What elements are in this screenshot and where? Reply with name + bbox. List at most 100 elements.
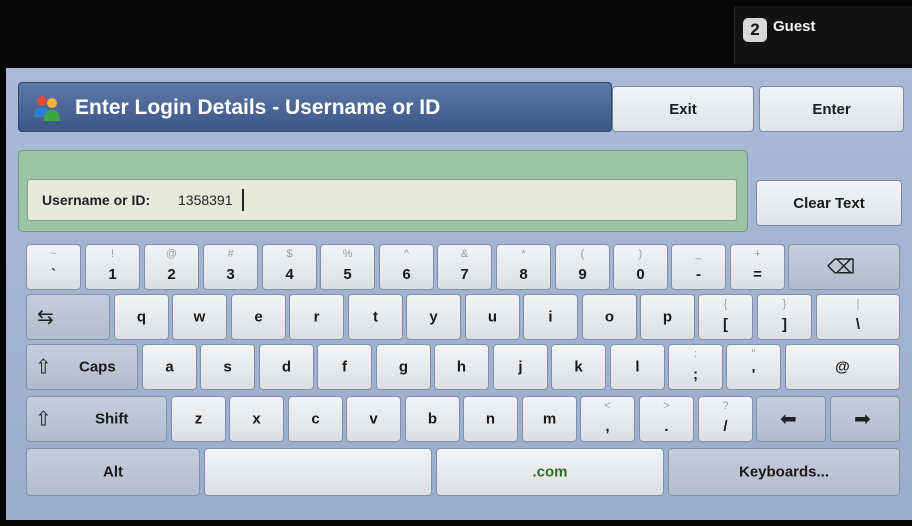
key-semicolon[interactable]: :; — [668, 344, 723, 390]
guest-user-indicator[interactable]: 2 Guest — [734, 6, 912, 64]
key-q[interactable]: q — [114, 294, 169, 340]
key-y[interactable]: y — [406, 294, 461, 340]
key-slash[interactable]: ? / — [698, 396, 753, 442]
key-6-shift-label: ^ — [403, 248, 410, 260]
space-key[interactable] — [204, 448, 432, 496]
key-8[interactable]: * 8 — [496, 244, 551, 290]
username-field[interactable]: Username or ID: 1358391 — [27, 179, 737, 221]
key-e[interactable]: e — [231, 294, 286, 340]
arrow-left-icon: ⬅ — [780, 408, 797, 431]
key-open-bracket-label: [ — [723, 316, 728, 333]
key-k-label: k — [574, 358, 583, 376]
caps-arrow-icon: ⇧ — [35, 356, 52, 379]
arrow-right-key[interactable]: ➡ — [830, 396, 900, 442]
key-t[interactable]: t — [348, 294, 403, 340]
key-a[interactable]: a — [142, 344, 197, 390]
shift-key[interactable]: ⇧ Shift — [26, 396, 167, 442]
tab-arrows-icon: ⇆ — [37, 306, 54, 329]
text-caret — [242, 189, 244, 211]
backspace-key[interactable]: ⌫ — [788, 244, 900, 290]
key-n[interactable]: n — [463, 396, 518, 442]
key-7-label: 7 — [460, 266, 469, 283]
key-8-label: 8 — [519, 266, 528, 283]
key-k[interactable]: k — [551, 344, 606, 390]
key-u[interactable]: u — [465, 294, 520, 340]
entry-panel: Username or ID: 1358391 — [18, 150, 748, 232]
guest-badge-icon: 2 — [743, 18, 767, 42]
key-comma[interactable]: <, — [580, 396, 635, 442]
key-x[interactable]: x — [229, 396, 284, 442]
key-2-shift-label: @ — [165, 248, 178, 260]
key-period[interactable]: >. — [639, 396, 694, 442]
key-s[interactable]: s — [200, 344, 255, 390]
keyboards-button[interactable]: Keyboards... — [668, 448, 900, 496]
key-b-label: b — [427, 410, 438, 428]
clear-text-button[interactable]: Clear Text — [756, 180, 902, 226]
key-4[interactable]: $4 — [262, 244, 317, 290]
dotcom-key-label: .com — [532, 463, 568, 481]
shift-key-label: Shift — [95, 410, 129, 428]
key-o[interactable]: o — [582, 294, 637, 340]
key-4-shift-label: $ — [286, 248, 293, 260]
key-0[interactable]: ) 0 — [613, 244, 668, 290]
key-c[interactable]: c — [288, 396, 343, 442]
caps-key[interactable]: ⇧ Caps — [26, 344, 138, 390]
key-d[interactable]: d — [259, 344, 314, 390]
key-m[interactable]: m — [522, 396, 577, 442]
key-9-label: 9 — [578, 266, 587, 283]
key-1-shift-label: ! — [110, 248, 115, 260]
key-j[interactable]: j — [493, 344, 548, 390]
key-4-label: 4 — [285, 266, 294, 283]
key-6[interactable]: ^ 6 — [379, 244, 434, 290]
key-5[interactable]: % 5 — [320, 244, 375, 290]
key-v[interactable]: v — [346, 396, 401, 442]
key-l[interactable]: l — [610, 344, 665, 390]
key-backslash[interactable]: | \ — [816, 294, 900, 340]
dotcom-key[interactable]: .com — [436, 448, 664, 496]
key-backtick-label: ` — [51, 266, 56, 283]
key-quote[interactable]: " ' — [726, 344, 781, 390]
key-9[interactable]: (9 — [555, 244, 610, 290]
enter-button[interactable]: Enter — [759, 86, 904, 132]
arrow-left-key[interactable]: ⬅ — [756, 396, 826, 442]
key-close-bracket[interactable]: }] — [757, 294, 812, 340]
alt-key[interactable]: Alt — [26, 448, 200, 496]
key-o-label: o — [604, 308, 615, 326]
key-open-bracket[interactable]: {[ — [698, 294, 753, 340]
key-minus[interactable]: _ - — [671, 244, 726, 290]
key-z[interactable]: z — [171, 396, 226, 442]
key-at[interactable]: @ — [785, 344, 900, 390]
key-p-label: p — [662, 308, 673, 326]
key-e-label: e — [254, 308, 263, 326]
key-w[interactable]: w — [172, 294, 227, 340]
key-5-label: 5 — [343, 266, 352, 283]
key-backtick[interactable]: ~ ` — [26, 244, 81, 290]
key-n-label: n — [485, 410, 496, 428]
key-close-bracket-label: ] — [782, 316, 787, 333]
key-h[interactable]: h — [434, 344, 489, 390]
key-2[interactable]: @2 — [144, 244, 199, 290]
key-3[interactable]: #3 — [203, 244, 258, 290]
tab-key[interactable]: ⇆ — [26, 294, 110, 340]
key-g[interactable]: g — [376, 344, 431, 390]
key-equals[interactable]: + = — [730, 244, 785, 290]
key-m-label: m — [542, 410, 557, 428]
key-i[interactable]: i — [523, 294, 578, 340]
key-1[interactable]: ! 1 — [85, 244, 140, 290]
key-backslash-shift-label: | — [856, 298, 860, 310]
key-close-bracket-shift-label: } — [782, 298, 787, 310]
key-7[interactable]: & 7 — [437, 244, 492, 290]
key-b[interactable]: b — [405, 396, 460, 442]
username-field-value[interactable]: 1358391 — [178, 192, 233, 208]
key-p[interactable]: p — [640, 294, 695, 340]
key-r[interactable]: r — [289, 294, 344, 340]
key-equals-shift-label: + — [754, 248, 761, 260]
key-equals-label: = — [753, 266, 762, 283]
key-slash-shift-label: ? — [722, 400, 729, 412]
caps-key-label: Caps — [79, 358, 116, 376]
key-0-label: 0 — [636, 266, 645, 283]
keyboards-button-label: Keyboards... — [738, 463, 830, 481]
exit-button[interactable]: Exit — [612, 86, 754, 132]
key-5-shift-label: % — [342, 248, 353, 260]
key-f[interactable]: f — [317, 344, 372, 390]
